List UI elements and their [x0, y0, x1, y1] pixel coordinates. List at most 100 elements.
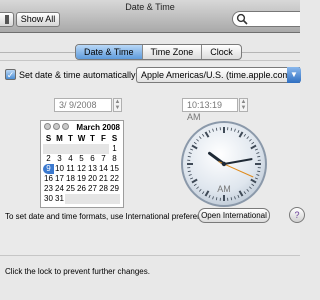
calendar-day[interactable]: 25 [65, 184, 76, 194]
calendar-day[interactable]: 10 [54, 164, 65, 174]
clock-minute-tick [215, 197, 218, 201]
calendar-day[interactable]: 4 [65, 154, 76, 164]
date-field[interactable]: 3/ 9/2008 [54, 98, 112, 112]
clock-minute-tick [234, 196, 236, 200]
calendar-day[interactable]: 12 [76, 164, 87, 174]
clock-minute-tick [188, 174, 192, 176]
clock-minute-tick [256, 152, 260, 154]
calendar-day-header: F [101, 134, 106, 143]
tab-date-time[interactable]: Date & Time [76, 45, 143, 59]
time-stepper[interactable]: ▲ ▼ [239, 98, 248, 112]
calendar-day[interactable]: 19 [76, 174, 87, 184]
back-forward-button[interactable] [0, 12, 14, 27]
clock-minute-tick [251, 141, 255, 145]
tab-time-zone[interactable]: Time Zone [143, 45, 203, 59]
clock-hour-hand [208, 151, 226, 166]
calendar-day[interactable]: 5 [76, 154, 87, 164]
calendar-day[interactable]: 28 [98, 184, 109, 194]
clock-minute-tick [187, 170, 191, 173]
calendar-day[interactable]: 11 [65, 164, 76, 174]
calendar-day[interactable]: 21 [98, 174, 109, 184]
calendar-day[interactable]: 30 [43, 194, 54, 204]
calendar-day[interactable]: 13 [87, 164, 98, 174]
time-server-select[interactable]: Apple Americas/U.S. (time.apple.com) ▼ [136, 67, 301, 83]
help-button[interactable]: ? [289, 207, 305, 223]
today-button[interactable] [53, 123, 60, 130]
calendar-blank-cell [43, 144, 54, 154]
calendar-blank-cell [98, 144, 109, 154]
clock-minute-tick [193, 141, 197, 145]
calendar-day[interactable]: 27 [87, 184, 98, 194]
calendar-day[interactable]: 17 [54, 174, 65, 184]
calendar-day[interactable]: 9 [43, 164, 54, 174]
clock-minute-tick [198, 136, 202, 140]
calendar: March 2008 S M T W T F S 1 2 3 4 5 6 7 8 9 10 11 12 13 14 15 1… [40, 120, 124, 208]
next-month-button[interactable] [62, 123, 69, 130]
calendar-day[interactable]: 29 [109, 184, 120, 194]
calendar-day[interactable]: 8 [109, 154, 120, 164]
clock-ampm: AM [217, 184, 231, 194]
search-icon [236, 13, 248, 25]
calendar-grid: S M T W T F S 1 2 3 4 5 6 7 8 9 10 11 12 13 14 15 16 17 18 19 20 21… [43, 134, 120, 204]
calendar-day[interactable]: 26 [76, 184, 87, 194]
calendar-day-header: S [111, 134, 118, 143]
calendar-day-header: T [90, 134, 95, 143]
clock-hour-tick [191, 144, 198, 150]
clock-minute-tick [187, 155, 191, 158]
search-input[interactable] [249, 13, 298, 25]
calendar-day[interactable]: 20 [87, 174, 98, 184]
clock-minute-tick [257, 170, 261, 173]
calendar-day[interactable]: 22 [109, 174, 120, 184]
grid-icon [4, 15, 9, 24]
clock-minute-tick [212, 128, 214, 132]
clock-minute-tick [248, 138, 252, 142]
auto-time-checkbox[interactable]: ✓ [5, 69, 16, 80]
calendar-day[interactable]: 2 [43, 154, 54, 164]
calendar-day[interactable]: 16 [43, 174, 54, 184]
calendar-month-label: March 2008 [76, 123, 120, 132]
calendar-day[interactable]: 31 [54, 194, 65, 204]
clock-minute-tick [230, 197, 233, 201]
date-stepper[interactable]: ▲ ▼ [113, 98, 122, 112]
calendar-blank-cell [54, 144, 65, 154]
clock-minute-tick [237, 194, 240, 198]
calendar-day[interactable]: 23 [43, 184, 54, 194]
clock-minute-tick [237, 130, 240, 134]
calendar-blank-cell [65, 144, 76, 154]
clock-minute-tick [196, 138, 200, 142]
clock-minute-tick [215, 127, 218, 131]
calendar-blank-cell [76, 194, 87, 204]
calendar-day[interactable]: 3 [54, 154, 65, 164]
clock-minute-tick [254, 148, 258, 151]
auto-time-label: Set date & time automatically: [19, 69, 139, 80]
clock-minute-tick [243, 133, 247, 137]
calendar-blank-cell [65, 194, 76, 204]
calendar-day[interactable]: 7 [98, 154, 109, 164]
calendar-day-header: T [68, 134, 73, 143]
calendar-day[interactable]: 24 [54, 184, 65, 194]
show-all-button[interactable]: Show All [16, 12, 60, 27]
calendar-day[interactable]: 6 [87, 154, 98, 164]
clock-minute-tick [208, 130, 211, 134]
lock-hint: Click the lock to prevent further change… [5, 267, 150, 276]
calendar-day[interactable]: 18 [65, 174, 76, 184]
clock-minute-tick [246, 136, 250, 140]
prev-month-button[interactable] [44, 123, 51, 130]
clock-minute-tick [256, 174, 260, 176]
calendar-day[interactable]: 14 [98, 164, 109, 174]
tab-bar: Date & Time Time Zone Clock [75, 44, 242, 60]
time-field[interactable]: 10:13:19 AM [182, 98, 238, 122]
calendar-day[interactable]: 15 [109, 164, 120, 174]
clock-minute-hand [223, 158, 253, 165]
dropdown-arrow-icon[interactable]: ▼ [287, 67, 301, 83]
calendar-day[interactable]: 1 [109, 144, 120, 154]
clock-minute-tick [190, 148, 194, 151]
clock-minute-tick [188, 152, 192, 154]
calendar-blank-cell [87, 194, 98, 204]
clock-hour-tick [238, 131, 244, 138]
clock-minute-tick [254, 177, 258, 180]
tab-clock[interactable]: Clock [202, 45, 241, 59]
time-server-value: Apple Americas/U.S. (time.apple.com) [141, 70, 294, 80]
calendar-blank-cell [76, 144, 87, 154]
open-international-button[interactable]: Open International [198, 208, 270, 223]
